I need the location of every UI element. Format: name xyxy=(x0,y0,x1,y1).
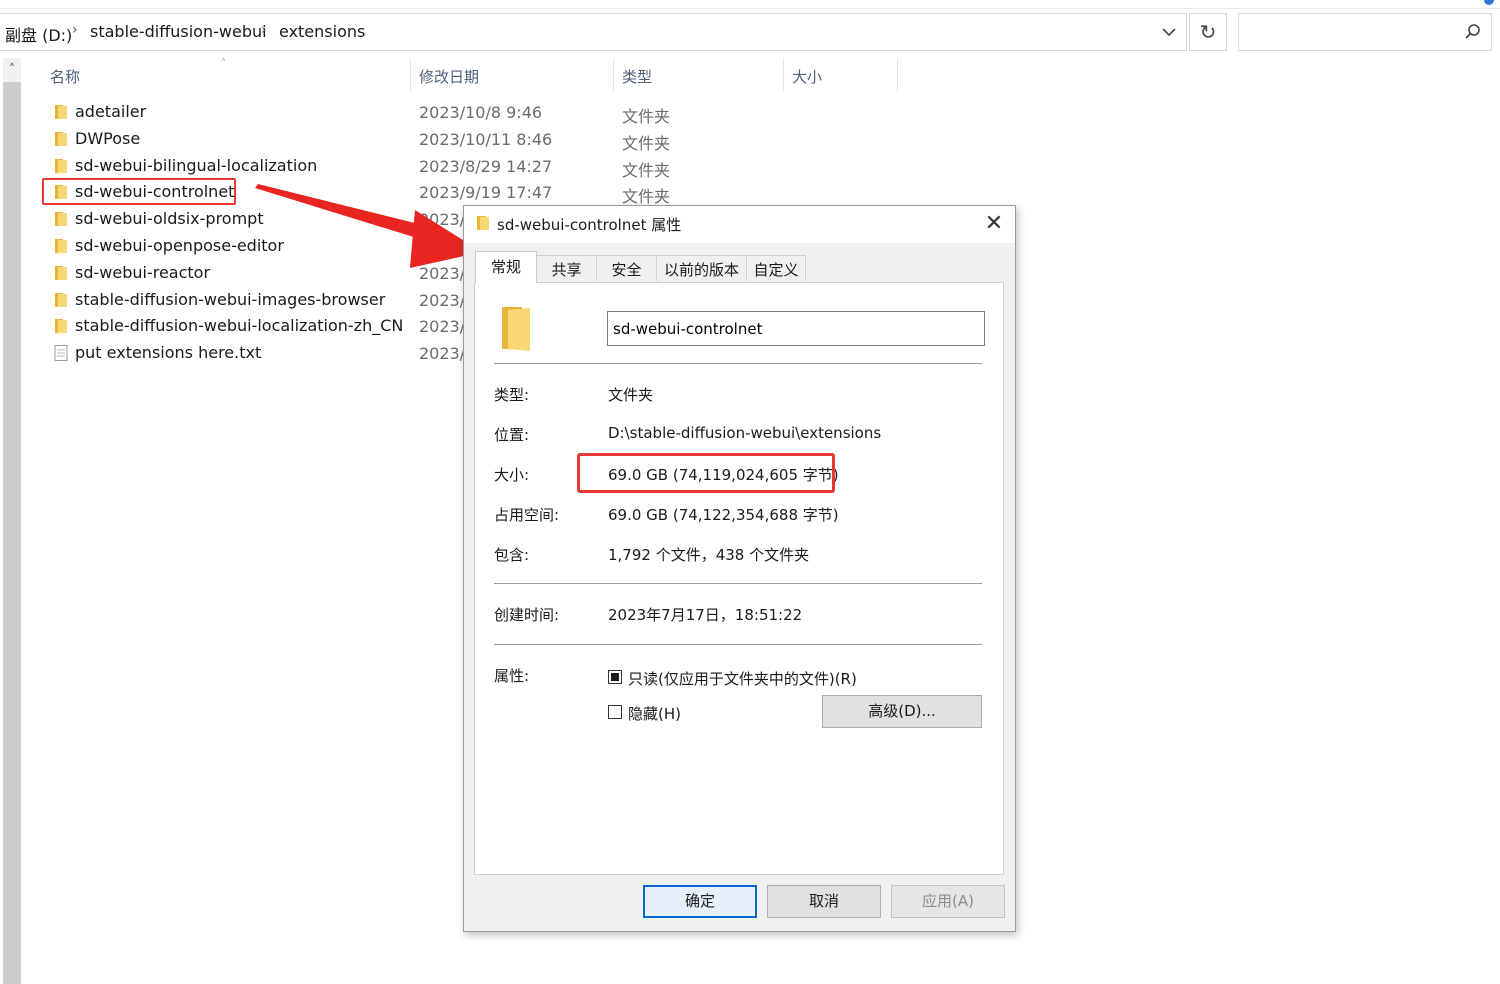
readonly-checkbox-label[interactable]: 只读(仅应用于文件夹中的文件)(R) xyxy=(628,668,857,689)
file-type: 文件夹 xyxy=(622,107,671,126)
folder-icon xyxy=(55,266,67,280)
divider xyxy=(494,363,982,364)
indeterminate-mark xyxy=(611,673,619,681)
advanced-button[interactable]: 高级(D)... xyxy=(822,695,982,728)
created-value: 2023年7月17日，18:51:22 xyxy=(608,606,803,624)
column-divider[interactable] xyxy=(613,58,614,92)
location-value: D:\stable-diffusion-webui\extensions xyxy=(608,424,882,442)
file-date: 2023/ xyxy=(419,291,466,310)
refresh-button[interactable]: ↻ xyxy=(1189,13,1227,51)
folder-icon xyxy=(55,293,67,307)
folder-icon xyxy=(55,159,67,173)
file-type: 文件夹 xyxy=(622,161,671,180)
file-name: sd-webui-oldsix-prompt xyxy=(75,209,264,228)
tab-panel-general xyxy=(474,282,1004,875)
file-date: 2023/ xyxy=(419,317,466,336)
location-label: 位置: xyxy=(494,426,530,444)
tab-customize[interactable]: 自定义 xyxy=(746,255,806,281)
breadcrumb-current[interactable]: extensions xyxy=(279,22,365,41)
close-icon: ✕ xyxy=(984,211,1004,236)
file-name: sd-webui-reactor xyxy=(75,263,211,282)
column-divider[interactable] xyxy=(897,58,898,92)
readonly-checkbox[interactable] xyxy=(608,670,622,684)
hidden-checkbox[interactable] xyxy=(608,705,622,719)
cancel-button[interactable]: 取消 xyxy=(767,885,881,918)
disk-size-label: 占用空间: xyxy=(494,506,560,524)
chevron-right-icon: › xyxy=(261,22,267,38)
folder-name-input[interactable] xyxy=(607,311,985,346)
folder-icon xyxy=(502,307,530,351)
chevron-down-icon[interactable] xyxy=(1160,24,1178,40)
tab-sharing[interactable]: 共享 xyxy=(536,255,597,281)
file-name: stable-diffusion-webui-localization-zh_C… xyxy=(75,316,404,335)
type-value: 文件夹 xyxy=(608,386,654,404)
file-name: stable-diffusion-webui-images-browser xyxy=(75,290,386,309)
folder-icon xyxy=(55,239,67,253)
file-date: 2023/10/8 9:46 xyxy=(419,103,543,122)
file-name: sd-webui-bilingual-localization xyxy=(75,156,318,175)
dialog-title: sd-webui-controlnet 属性 xyxy=(497,216,682,234)
top-divider xyxy=(0,8,1500,9)
file-row[interactable]: stable-diffusion-webui-images-browser xyxy=(44,287,404,314)
file-type: 文件夹 xyxy=(622,134,671,153)
hidden-checkbox-label[interactable]: 隐藏(H) xyxy=(628,703,681,724)
divider xyxy=(494,644,982,645)
file-row[interactable]: stable-diffusion-webui-localization-zh_C… xyxy=(44,313,404,340)
column-divider[interactable] xyxy=(410,58,411,92)
contains-value: 1,792 个文件，438 个文件夹 xyxy=(608,546,810,564)
file-name: DWPose xyxy=(75,129,141,148)
folder-icon xyxy=(55,212,67,226)
folder-icon xyxy=(55,105,67,119)
column-header-size[interactable]: 大小 xyxy=(792,66,822,87)
file-type: 文件夹 xyxy=(622,187,671,206)
file-row[interactable]: DWPose xyxy=(44,126,404,153)
breadcrumb-folder[interactable]: stable-diffusion-webui xyxy=(90,22,267,41)
highlight-box-size xyxy=(577,453,835,493)
column-header-type[interactable]: 类型 xyxy=(622,66,652,87)
refresh-icon: ↻ xyxy=(1199,20,1217,44)
folder-icon xyxy=(55,132,67,146)
breadcrumb-drive[interactable]: 副盘 (D:) xyxy=(5,22,72,46)
attributes-label: 属性: xyxy=(494,667,530,685)
size-label: 大小: xyxy=(494,466,530,484)
column-divider[interactable] xyxy=(783,58,784,92)
tab-previous-versions[interactable]: 以前的版本 xyxy=(656,255,747,281)
highlight-box-controlnet xyxy=(42,178,236,205)
file-name: put extensions here.txt xyxy=(75,343,262,362)
file-row[interactable]: adetailer xyxy=(44,99,404,126)
contains-label: 包含: xyxy=(494,546,530,564)
sort-ascending-icon: ˄ xyxy=(221,58,226,69)
close-button[interactable]: ✕ xyxy=(982,210,1006,238)
red-arrow-annotation xyxy=(255,184,482,268)
scroll-up-icon[interactable]: ˄ xyxy=(5,62,19,78)
file-date: 2023/8/29 14:27 xyxy=(419,157,553,176)
tab-general[interactable]: 常规 xyxy=(475,251,537,283)
file-row[interactable]: put extensions here.txt xyxy=(44,340,404,367)
disk-size-value: 69.0 GB (74,122,354,688 字节) xyxy=(608,506,839,524)
file-row[interactable]: sd-webui-bilingual-localization xyxy=(44,153,404,180)
folder-icon xyxy=(55,319,67,333)
window-accent xyxy=(1484,0,1494,5)
text-file-icon xyxy=(54,345,68,361)
column-header-date[interactable]: 修改日期 xyxy=(419,66,479,87)
file-date: 2023/ xyxy=(419,344,466,363)
folder-icon xyxy=(477,216,489,230)
search-input[interactable] xyxy=(1238,13,1492,51)
column-header-name[interactable]: 名称 xyxy=(50,66,80,87)
created-label: 创建时间: xyxy=(494,606,560,624)
divider xyxy=(494,583,982,584)
search-icon[interactable] xyxy=(1464,23,1482,41)
apply-button[interactable]: 应用(A) xyxy=(891,885,1005,918)
file-name: adetailer xyxy=(75,102,147,121)
scrollbar-thumb[interactable] xyxy=(3,82,21,984)
tab-security[interactable]: 安全 xyxy=(596,255,657,281)
file-date: 2023/10/11 8:46 xyxy=(419,130,553,149)
chevron-right-icon: › xyxy=(72,22,78,38)
type-label: 类型: xyxy=(494,386,530,404)
ok-button[interactable]: 确定 xyxy=(643,885,757,918)
